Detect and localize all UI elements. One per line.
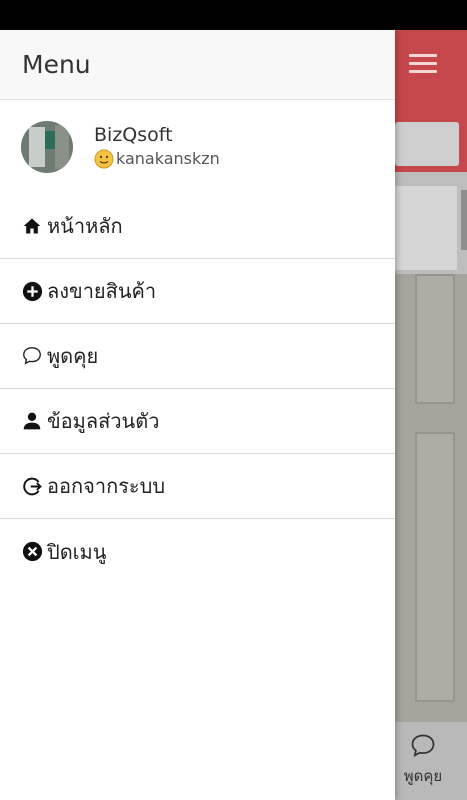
user-icon xyxy=(21,410,43,432)
drawer-menu: หน้าหลัก ลงขายสินค้า พูดคุย ข้อมูลส่วนตั… xyxy=(0,194,395,584)
menu-item-label: ข้อมูลส่วนตัว xyxy=(47,409,160,433)
hamburger-icon[interactable] xyxy=(409,54,437,74)
chat-icon xyxy=(21,345,43,367)
menu-item-sell-product[interactable]: ลงขายสินค้า xyxy=(0,259,395,324)
chat-icon xyxy=(411,734,435,757)
profile-section[interactable]: BizQsoft kanakanskzn xyxy=(0,100,395,194)
smiley-icon xyxy=(94,149,114,169)
menu-item-close-menu[interactable]: ปิดเมนู xyxy=(0,519,395,584)
menu-item-label: หน้าหลัก xyxy=(47,214,123,238)
profile-name: BizQsoft xyxy=(94,124,173,146)
menu-item-label: ปิดเมนู xyxy=(47,539,107,564)
menu-item-home[interactable]: หน้าหลัก xyxy=(0,194,395,259)
navigation-drawer: Menu BizQsoft kanakanskzn หน้าหลัก ลงขาย… xyxy=(0,30,395,800)
logout-icon xyxy=(21,475,43,497)
menu-item-logout[interactable]: ออกจากระบบ xyxy=(0,454,395,519)
avatar xyxy=(21,121,73,173)
home-icon xyxy=(21,215,43,237)
menu-item-chat[interactable]: พูดคุย xyxy=(0,324,395,389)
bottom-chat-label: พูดคุย xyxy=(403,767,443,785)
profile-username: kanakanskzn xyxy=(116,149,220,168)
menu-item-label: พูดคุย xyxy=(47,344,99,368)
status-bar xyxy=(0,0,467,30)
bottom-chat-button[interactable]: พูดคุย xyxy=(397,732,449,788)
drawer-header: Menu xyxy=(0,30,395,100)
profile-username-row: kanakanskzn xyxy=(94,147,220,171)
menu-item-label: ลงขายสินค้า xyxy=(47,279,157,303)
background-card xyxy=(387,186,457,270)
plus-circle-icon xyxy=(21,280,43,302)
close-circle-icon xyxy=(21,541,43,563)
menu-item-label: ออกจากระบบ xyxy=(47,474,166,498)
menu-item-profile[interactable]: ข้อมูลส่วนตัว xyxy=(0,389,395,454)
background-search-input[interactable] xyxy=(395,122,459,166)
scrollbar xyxy=(461,190,467,250)
drawer-title: Menu xyxy=(22,50,91,79)
